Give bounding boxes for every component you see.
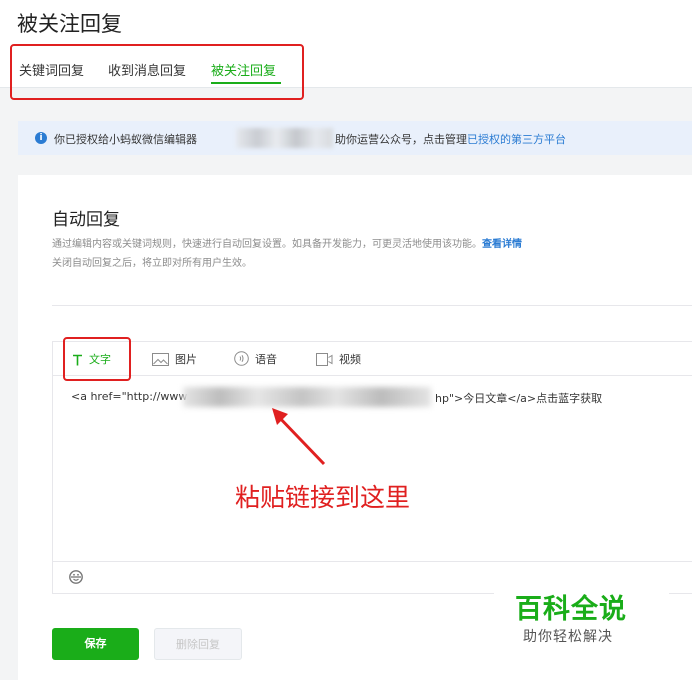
watermark-title: 百科全说 [515, 594, 627, 625]
view-details-link[interactable]: 查看详情 [482, 239, 522, 250]
tool-voice[interactable]: 语音 [234, 351, 277, 367]
redacted-name [236, 128, 333, 148]
reply-content-text[interactable]: <a href="http://www [71, 390, 187, 403]
authorization-notice: i 你已授权给小蚂蚁微信编辑器 助你运营公众号，点击管理已授权的第三方平台 [18, 121, 692, 155]
notice-text: 你已授权给小蚂蚁微信编辑器 [54, 133, 197, 146]
annotation-text: 粘贴链接到这里 [235, 483, 411, 512]
tool-image[interactable]: 图片 [152, 351, 197, 367]
save-button[interactable]: 保存 [52, 628, 139, 660]
section-note: 关闭自动回复之后，将立即对所有用户生效。 [52, 258, 252, 269]
tabs-highlight-box [10, 44, 304, 100]
third-party-link[interactable]: 已授权的第三方平台 [467, 133, 566, 146]
watermark-subtitle: 助你轻松解决 [523, 629, 613, 645]
notice-text-rest: 助你运营公众号，点击管理已授权的第三方平台 [335, 133, 566, 146]
info-icon: i [35, 132, 47, 144]
emoji-icon[interactable] [69, 570, 83, 584]
watermark-logo: 百科全说 助你轻松解决 [494, 583, 669, 663]
reply-content-tail: hp">今日文章</a>点击蓝字获取 [435, 392, 603, 405]
voice-icon [234, 351, 249, 366]
section-description: 通过编辑内容或关键词规则，快速进行自动回复设置。如具备开发能力，可更灵活地使用该… [52, 239, 522, 250]
image-icon [152, 353, 169, 366]
video-icon [316, 353, 333, 366]
delete-reply-button[interactable]: 删除回复 [154, 628, 242, 660]
reply-editor: 文字 图片 语音 视频 <a href="http://www hp">今日文章… [52, 341, 692, 594]
text-tool-highlight-box [63, 337, 131, 381]
section-divider [52, 305, 692, 306]
section-title: 自动回复 [52, 210, 120, 230]
editor-toolbar: 文字 图片 语音 视频 [53, 342, 692, 376]
annotation-arrow [272, 408, 326, 466]
page-title: 被关注回复 [17, 12, 122, 36]
tool-video[interactable]: 视频 [316, 351, 361, 367]
